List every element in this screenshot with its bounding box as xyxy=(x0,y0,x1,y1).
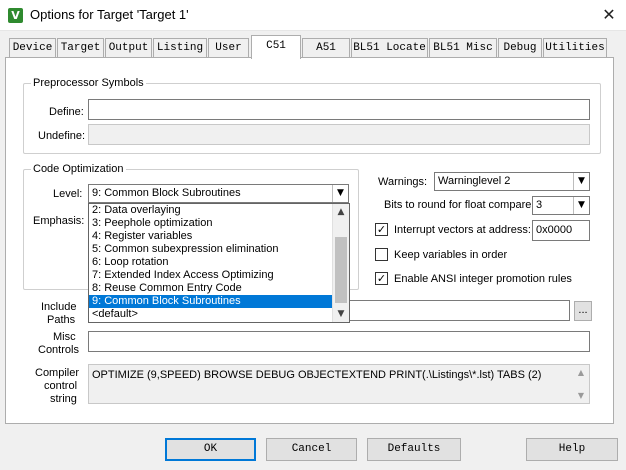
level-option[interactable]: 2: Data overlaying xyxy=(89,204,349,217)
tab-output[interactable]: Output xyxy=(105,38,152,57)
title-bar: V Options for Target 'Target 1' ✕ xyxy=(0,0,626,31)
keep-variables-checkbox[interactable] xyxy=(375,248,388,261)
float-bits-label: Bits to round for float compare: xyxy=(384,199,535,211)
emphasis-label: Emphasis: xyxy=(33,215,85,227)
level-option[interactable]: 5: Common subexpression elimination xyxy=(89,243,349,256)
compiler-string-label-1: Compiler xyxy=(35,367,80,379)
define-label: Define: xyxy=(49,106,84,118)
warnings-select-value: Warninglevel 2 xyxy=(438,175,511,187)
scroll-up-icon[interactable]: ▲ xyxy=(575,367,587,379)
browse-button[interactable]: ... xyxy=(574,301,592,321)
scroll-down-icon[interactable]: ▼ xyxy=(333,306,349,322)
level-option[interactable]: 7: Extended Index Access Optimizing xyxy=(89,269,349,282)
level-option[interactable]: 6: Loop rotation xyxy=(89,256,349,269)
tab-debug[interactable]: Debug xyxy=(498,38,542,57)
preprocessor-group-title: Preprocessor Symbols xyxy=(31,76,146,90)
undefine-label: Undefine: xyxy=(38,130,86,142)
keep-variables-label: Keep variables in order xyxy=(394,249,508,261)
tab-device[interactable]: Device xyxy=(9,38,56,57)
compiler-string-value: OPTIMIZE (9,SPEED) BROWSE DEBUG OBJECTEX… xyxy=(92,369,542,381)
defaults-button[interactable]: Defaults xyxy=(367,438,461,461)
tab-target[interactable]: Target xyxy=(57,38,104,57)
keep-variables-option[interactable]: Keep variables in order xyxy=(375,248,535,262)
tab-c51[interactable]: C51 xyxy=(251,35,301,59)
help-button[interactable]: Help xyxy=(526,438,618,461)
scroll-down-icon[interactable]: ▼ xyxy=(575,390,587,402)
level-label: Level: xyxy=(53,188,83,200)
level-option[interactable]: 4: Register variables xyxy=(89,230,349,243)
cancel-button[interactable]: Cancel xyxy=(266,438,357,461)
include-paths-label-1: Include xyxy=(41,301,77,313)
warnings-select[interactable]: Warninglevel 2 ▼ xyxy=(434,172,590,191)
float-bits-select[interactable]: 3 ▼ xyxy=(532,196,590,215)
dropdown-scrollbar[interactable]: ▲ ▼ xyxy=(332,204,349,322)
chevron-down-icon[interactable]: ▼ xyxy=(573,197,589,214)
tab-user[interactable]: User xyxy=(208,38,249,57)
compiler-string-label-2: control xyxy=(44,380,78,392)
level-option[interactable]: 8: Reuse Common Entry Code xyxy=(89,282,349,295)
compiler-string-textarea[interactable]: OPTIMIZE (9,SPEED) BROWSE DEBUG OBJECTEX… xyxy=(88,364,590,404)
interrupt-address-input[interactable]: 0x0000 xyxy=(532,220,590,241)
level-select[interactable]: 9: Common Block Subroutines ▼ xyxy=(88,184,349,203)
misc-controls-input[interactable] xyxy=(88,331,590,352)
level-option[interactable]: <default> xyxy=(89,308,349,321)
tab-bl51-locate[interactable]: BL51 Locate xyxy=(351,38,428,57)
misc-controls-label-2: Controls xyxy=(38,344,79,356)
interrupt-vectors-checkbox[interactable]: ✓ xyxy=(375,223,388,236)
ansi-integer-checkbox[interactable]: ✓ xyxy=(375,272,388,285)
define-input[interactable] xyxy=(88,99,590,120)
ansi-integer-label: Enable ANSI integer promotion rules xyxy=(394,273,572,285)
interrupt-vectors-label: Interrupt vectors at address: xyxy=(394,224,531,236)
keil-uvision-icon: V xyxy=(8,8,23,23)
window-title: Options for Target 'Target 1' xyxy=(30,7,189,22)
code-optimization-group-title: Code Optimization xyxy=(31,162,126,176)
tab-listing[interactable]: Listing xyxy=(153,38,207,57)
undefine-input xyxy=(88,124,590,145)
ok-button[interactable]: OK xyxy=(165,438,256,461)
warnings-label: Warnings: xyxy=(378,176,428,188)
scrollbar-thumb[interactable] xyxy=(335,237,347,303)
float-bits-select-value: 3 xyxy=(536,199,543,211)
level-select-value: 9: Common Block Subroutines xyxy=(92,187,241,199)
level-dropdown-list[interactable]: 2: Data overlaying 3: Peephole optimizat… xyxy=(88,203,350,323)
tab-a51[interactable]: A51 xyxy=(302,38,350,57)
include-paths-label-2: Paths xyxy=(47,314,76,326)
close-icon[interactable]: ✕ xyxy=(598,4,620,26)
interrupt-vectors-option[interactable]: ✓ Interrupt vectors at address: xyxy=(375,223,535,237)
level-option[interactable]: 3: Peephole optimization xyxy=(89,217,349,230)
tab-utilities[interactable]: Utilities xyxy=(543,38,607,57)
ansi-integer-option[interactable]: ✓ Enable ANSI integer promotion rules xyxy=(375,272,575,286)
chevron-down-icon[interactable]: ▼ xyxy=(332,185,348,202)
scroll-up-icon[interactable]: ▲ xyxy=(333,204,349,220)
tab-bl51-misc[interactable]: BL51 Misc xyxy=(429,38,497,57)
chevron-down-icon[interactable]: ▼ xyxy=(573,173,589,190)
level-option-selected[interactable]: 9: Common Block Subroutines xyxy=(89,295,349,308)
compiler-string-label-3: string xyxy=(50,393,77,405)
misc-controls-label-1: Misc xyxy=(53,331,76,343)
